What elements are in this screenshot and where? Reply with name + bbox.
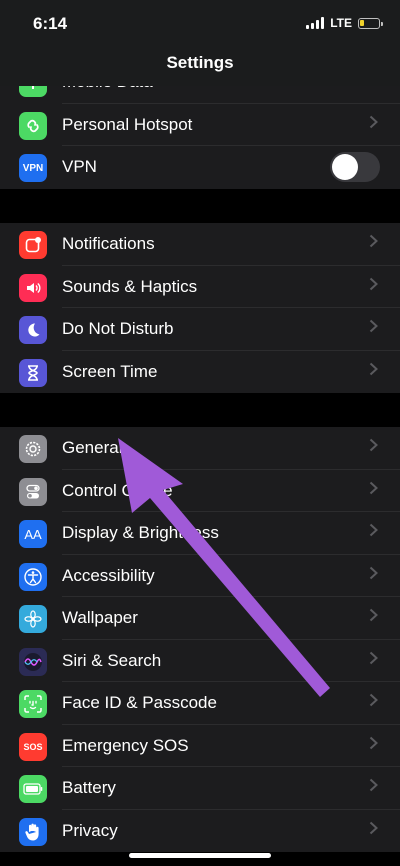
- settings-row-emergency-sos[interactable]: SOS Emergency SOS: [0, 725, 400, 767]
- settings-row-screen-time[interactable]: Screen Time: [0, 351, 400, 394]
- switches-icon: [19, 477, 47, 506]
- hotspot-link-icon: [19, 111, 47, 140]
- chevron-right-icon: [369, 234, 378, 248]
- settings-row-label: Personal Hotspot: [62, 114, 193, 134]
- settings-row-label: Display & Brightness: [62, 523, 219, 542]
- network-type: LTE: [330, 16, 352, 30]
- chevron-right-icon: [369, 523, 378, 537]
- chevron-right-icon: [369, 566, 378, 579]
- sos-icon-text: SOS: [23, 741, 43, 752]
- settings-row-label: Notifications: [62, 234, 155, 253]
- settings-row-label: Battery: [62, 778, 116, 797]
- notifications-icon: [19, 231, 47, 259]
- settings-row-accessibility[interactable]: Accessibility: [0, 555, 400, 597]
- flower-icon: [19, 605, 47, 633]
- moon-icon: [19, 316, 47, 344]
- settings-row-label: Control Centre: [62, 480, 173, 500]
- vpn-icon: VPN: [19, 154, 47, 182]
- chevron-right-icon: [369, 608, 378, 622]
- battery-icon: [19, 775, 47, 803]
- settings-row-label: Do Not Disturb: [62, 319, 174, 338]
- chevron-right-icon: [369, 438, 378, 452]
- settings-row-siri-search[interactable]: Siri & Search: [0, 640, 400, 682]
- chevron-right-icon: [369, 319, 378, 333]
- settings-row-do-not-disturb[interactable]: Do Not Disturb: [0, 308, 400, 351]
- settings-row-label: General: [62, 438, 123, 457]
- settings-screen: Mobile Data Personal Hotspot VPN VPN: [0, 0, 400, 866]
- sos-icon: SOS: [19, 732, 47, 761]
- settings-row-battery[interactable]: Battery: [0, 767, 400, 810]
- vpn-toggle[interactable]: [330, 152, 380, 182]
- settings-row-face-id[interactable]: Face ID & Passcode: [0, 682, 400, 725]
- battery-status-icon: [358, 17, 383, 29]
- battery-level-fill: [360, 19, 364, 26]
- hourglass-icon: [19, 358, 47, 387]
- chevron-right-icon: [369, 115, 378, 128]
- settings-row-control-centre[interactable]: Control Centre: [0, 470, 400, 512]
- accessibility-icon: [19, 562, 47, 591]
- home-indicator[interactable]: [129, 853, 271, 858]
- settings-row-notifications[interactable]: Notifications: [0, 223, 400, 266]
- settings-row-label: Emergency SOS: [62, 735, 189, 755]
- settings-row-label: Screen Time: [62, 361, 158, 381]
- page-title: Settings: [166, 53, 234, 72]
- status-indicators: LTE: [306, 16, 383, 30]
- speaker-icon: [19, 273, 47, 302]
- settings-row-label: Privacy: [62, 820, 118, 840]
- settings-row-sounds[interactable]: Sounds & Haptics: [0, 266, 400, 308]
- face-id-icon: [19, 690, 47, 718]
- general-group: General Control Centre AA Display & Brig…: [0, 427, 400, 852]
- toggle-knob: [332, 154, 358, 180]
- settings-row-general[interactable]: General: [0, 427, 400, 470]
- chevron-right-icon: [369, 778, 378, 792]
- chevron-right-icon: [369, 651, 378, 664]
- settings-row-label: Siri & Search: [62, 650, 162, 670]
- chevron-right-icon: [369, 277, 378, 290]
- vpn-icon-text: VPN: [22, 162, 44, 174]
- settings-row-personal-hotspot[interactable]: Personal Hotspot: [0, 104, 400, 146]
- settings-row-label: Wallpaper: [62, 608, 138, 627]
- settings-row-vpn: VPN VPN: [0, 146, 400, 189]
- settings-row-display-brightness[interactable]: AA Display & Brightness: [0, 512, 400, 555]
- text-size-icon: AA: [19, 520, 47, 548]
- navigation-bar: 6:14 LTE Settings: [0, 0, 400, 86]
- settings-row-privacy[interactable]: Privacy: [0, 810, 400, 853]
- settings-row-wallpaper[interactable]: Wallpaper: [0, 597, 400, 640]
- siri-icon: [19, 647, 47, 676]
- settings-row-label: VPN: [62, 157, 97, 176]
- chevron-right-icon: [369, 693, 378, 707]
- settings-row-label: Sounds & Haptics: [62, 276, 198, 296]
- chevron-right-icon: [369, 481, 378, 494]
- text-size-icon-text: AA: [24, 526, 42, 542]
- notifications-group: Notifications Sounds & Haptics Do Not Di…: [0, 223, 400, 393]
- chevron-right-icon: [369, 821, 378, 834]
- chevron-right-icon: [369, 736, 378, 749]
- settings-row-label: Face ID & Passcode: [62, 693, 217, 712]
- hand-icon: [19, 817, 47, 846]
- gear-icon: [19, 435, 47, 463]
- settings-row-label: Accessibility: [62, 565, 155, 585]
- chevron-right-icon: [369, 362, 378, 375]
- signal-bars-icon: [306, 17, 325, 29]
- status-time: 6:14: [33, 14, 68, 33]
